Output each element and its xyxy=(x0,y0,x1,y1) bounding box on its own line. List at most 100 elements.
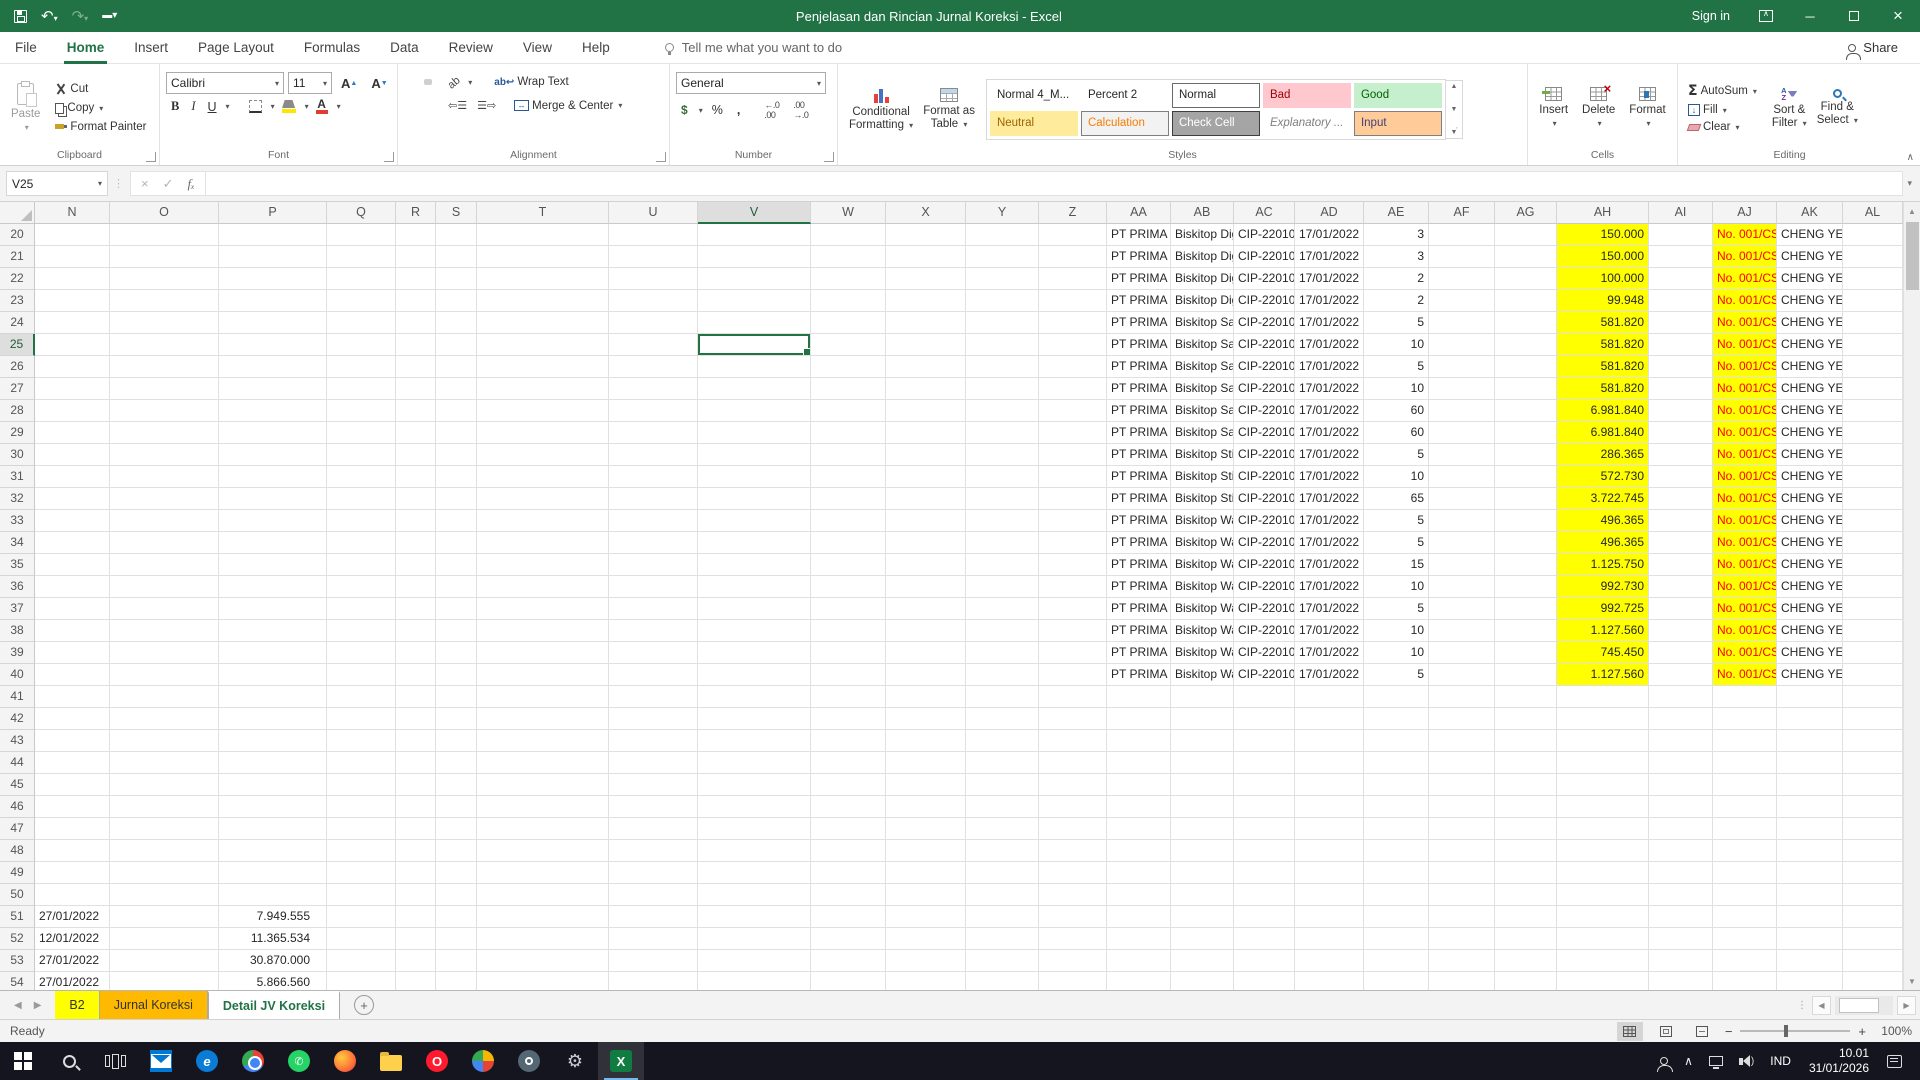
cell-X44[interactable] xyxy=(886,752,966,774)
cell-AE21[interactable]: 3 xyxy=(1364,246,1429,268)
cell-AJ21[interactable]: No. 001/CS xyxy=(1713,246,1777,268)
cell-X46[interactable] xyxy=(886,796,966,818)
clear-button[interactable]: Clear▾ xyxy=(1684,119,1761,135)
cell-N43[interactable] xyxy=(35,730,110,752)
cell-Z26[interactable] xyxy=(1039,356,1107,378)
tell-me-box[interactable]: Tell me what you want to do xyxy=(665,40,842,55)
cell-S43[interactable] xyxy=(436,730,477,752)
cell-R42[interactable] xyxy=(396,708,436,730)
cell-O36[interactable] xyxy=(110,576,219,598)
cell-AK50[interactable] xyxy=(1777,884,1843,906)
cell-U46[interactable] xyxy=(609,796,698,818)
cell-AI54[interactable] xyxy=(1649,972,1713,990)
gallery-more-icon[interactable]: ▼́ xyxy=(1450,129,1457,136)
cell-V31[interactable] xyxy=(698,466,811,488)
cell-S26[interactable] xyxy=(436,356,477,378)
cell-P34[interactable] xyxy=(219,532,327,554)
col-header-X[interactable]: X xyxy=(886,202,966,224)
cell-O51[interactable] xyxy=(110,906,219,928)
cell-AF46[interactable] xyxy=(1429,796,1495,818)
cell-T43[interactable] xyxy=(477,730,609,752)
cell-AC37[interactable]: CIP-22010 xyxy=(1234,598,1295,620)
cell-AI23[interactable] xyxy=(1649,290,1713,312)
cell-N21[interactable] xyxy=(35,246,110,268)
cell-Z32[interactable] xyxy=(1039,488,1107,510)
cell-AK23[interactable]: CHENG YE xyxy=(1777,290,1843,312)
cell-U31[interactable] xyxy=(609,466,698,488)
cell-AJ39[interactable]: No. 001/CS xyxy=(1713,642,1777,664)
cell-R32[interactable] xyxy=(396,488,436,510)
cell-Q27[interactable] xyxy=(327,378,396,400)
col-header-O[interactable]: O xyxy=(110,202,219,224)
cell-U45[interactable] xyxy=(609,774,698,796)
cell-O48[interactable] xyxy=(110,840,219,862)
cell-AI51[interactable] xyxy=(1649,906,1713,928)
cell-AB50[interactable] xyxy=(1171,884,1234,906)
cell-Q50[interactable] xyxy=(327,884,396,906)
cell-AD37[interactable]: 17/01/2022 xyxy=(1295,598,1364,620)
cell-AI42[interactable] xyxy=(1649,708,1713,730)
cell-AI26[interactable] xyxy=(1649,356,1713,378)
cell-U22[interactable] xyxy=(609,268,698,290)
cell-P29[interactable] xyxy=(219,422,327,444)
zoom-slider[interactable] xyxy=(1740,1030,1850,1032)
cell-R45[interactable] xyxy=(396,774,436,796)
cell-AB24[interactable]: Biskitop Sa xyxy=(1171,312,1234,334)
cell-U36[interactable] xyxy=(609,576,698,598)
cell-Q23[interactable] xyxy=(327,290,396,312)
row-header-28[interactable]: 28 xyxy=(0,400,35,422)
cell-AC46[interactable] xyxy=(1234,796,1295,818)
find-select-button[interactable]: Find &Select ▾ xyxy=(1812,87,1863,129)
cell-Q28[interactable] xyxy=(327,400,396,422)
cell-AH45[interactable] xyxy=(1557,774,1649,796)
cell-AJ42[interactable] xyxy=(1713,708,1777,730)
cell-AE51[interactable] xyxy=(1364,906,1429,928)
cell-AD36[interactable]: 17/01/2022 xyxy=(1295,576,1364,598)
cell-W48[interactable] xyxy=(811,840,886,862)
cell-Z50[interactable] xyxy=(1039,884,1107,906)
cell-O47[interactable] xyxy=(110,818,219,840)
cell-AG45[interactable] xyxy=(1495,774,1557,796)
chrome-taskbar-icon[interactable] xyxy=(230,1042,276,1080)
cell-P54[interactable]: 5.866.560 xyxy=(219,972,327,990)
cell-T23[interactable] xyxy=(477,290,609,312)
row-header-54[interactable]: 54 xyxy=(0,972,35,990)
cell-AJ32[interactable]: No. 001/CS xyxy=(1713,488,1777,510)
cell-O46[interactable] xyxy=(110,796,219,818)
cell-AD50[interactable] xyxy=(1295,884,1364,906)
cell-W46[interactable] xyxy=(811,796,886,818)
cell-AJ51[interactable] xyxy=(1713,906,1777,928)
col-header-Q[interactable]: Q xyxy=(327,202,396,224)
cell-AC32[interactable]: CIP-22010 xyxy=(1234,488,1295,510)
cell-Y22[interactable] xyxy=(966,268,1039,290)
cell-S44[interactable] xyxy=(436,752,477,774)
cell-AL32[interactable] xyxy=(1843,488,1903,510)
cell-X52[interactable] xyxy=(886,928,966,950)
cell-U32[interactable] xyxy=(609,488,698,510)
cell-AG36[interactable] xyxy=(1495,576,1557,598)
cell-AI53[interactable] xyxy=(1649,950,1713,972)
cell-AA50[interactable] xyxy=(1107,884,1171,906)
copy-button[interactable]: Copy▾ xyxy=(51,100,150,116)
cell-AG28[interactable] xyxy=(1495,400,1557,422)
cell-O28[interactable] xyxy=(110,400,219,422)
cell-AG34[interactable] xyxy=(1495,532,1557,554)
cell-AA20[interactable]: PT PRIMA xyxy=(1107,224,1171,246)
row-header-21[interactable]: 21 xyxy=(0,246,35,268)
cell-AG25[interactable] xyxy=(1495,334,1557,356)
cell-AE33[interactable]: 5 xyxy=(1364,510,1429,532)
clock[interactable]: 10.01 31/01/2026 xyxy=(1799,1046,1879,1076)
cell-Z54[interactable] xyxy=(1039,972,1107,990)
cell-W23[interactable] xyxy=(811,290,886,312)
cell-AD46[interactable] xyxy=(1295,796,1364,818)
cell-W20[interactable] xyxy=(811,224,886,246)
cell-T40[interactable] xyxy=(477,664,609,686)
cell-W37[interactable] xyxy=(811,598,886,620)
new-sheet-button[interactable]: + xyxy=(354,995,374,1015)
cell-AG44[interactable] xyxy=(1495,752,1557,774)
autosum-button[interactable]: Σ AutoSum▾ xyxy=(1684,81,1761,101)
cell-N25[interactable] xyxy=(35,334,110,356)
cell-AD27[interactable]: 17/01/2022 xyxy=(1295,378,1364,400)
cell-AB21[interactable]: Biskitop Dig xyxy=(1171,246,1234,268)
cell-AB42[interactable] xyxy=(1171,708,1234,730)
